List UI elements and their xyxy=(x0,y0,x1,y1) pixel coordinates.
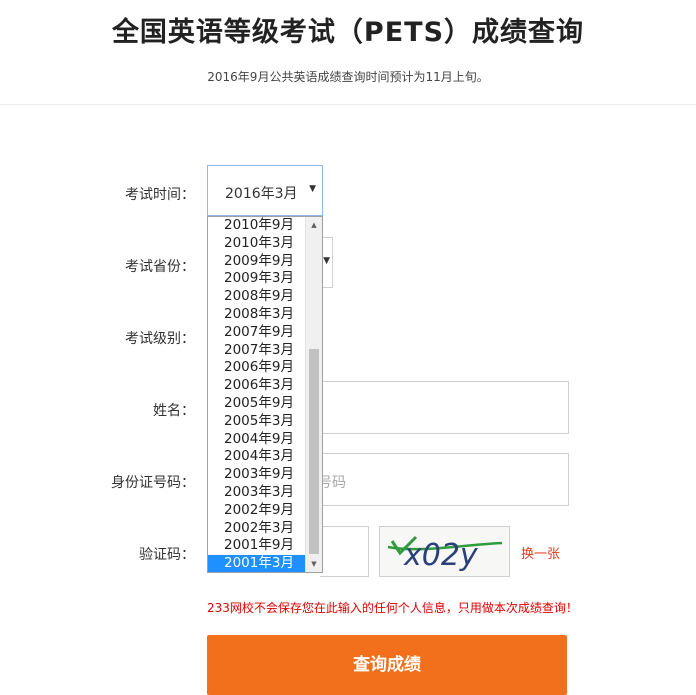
captcha-input[interactable] xyxy=(320,526,369,577)
chevron-down-icon: ▼ xyxy=(309,184,316,194)
id-number-input[interactable]: 号码 xyxy=(318,453,569,506)
header-divider xyxy=(0,104,696,105)
captcha-label: 验证码： xyxy=(139,547,195,563)
exam-time-dropdown[interactable]: 2010年9月 2010年3月 2009年9月 2009年3月 2008年9月 2008年… xyxy=(207,216,323,573)
dropdown-scrollbar[interactable]: ▲ ▼ xyxy=(305,217,322,572)
chevron-down-icon: ▼ xyxy=(323,256,330,266)
name-input[interactable] xyxy=(320,381,569,434)
scroll-down-icon[interactable]: ▼ xyxy=(306,556,322,572)
privacy-notice: 233网校不会保存您在此输入的任何个人信息，只用做本次成绩查询！ xyxy=(207,601,578,615)
scroll-up-icon[interactable]: ▲ xyxy=(306,217,322,233)
submit-button[interactable]: 查询成绩 xyxy=(207,635,567,695)
exam-level-label: 考试级别： xyxy=(125,331,195,347)
exam-time-value: 2016年3月 xyxy=(225,186,298,202)
id-number-label: 身份证号码： xyxy=(111,475,195,491)
exam-time-label: 考试时间： xyxy=(125,187,195,203)
captcha-text: x02y xyxy=(403,538,479,573)
refresh-captcha-link[interactable]: 换一张 xyxy=(521,543,560,562)
exam-province-label: 考试省份： xyxy=(125,259,195,275)
page-title: 全国英语等级考试（PETS）成绩查询 xyxy=(111,17,585,48)
captcha-image[interactable]: x02y xyxy=(379,526,510,577)
scrollbar-thumb[interactable] xyxy=(309,349,319,554)
exam-time-select[interactable]: 2016年3月 ▼ xyxy=(207,165,323,216)
page-notice: 2016年9月公共英语成绩查询时间预计为11月上旬。 xyxy=(207,70,489,84)
name-label: 姓名： xyxy=(153,403,195,419)
